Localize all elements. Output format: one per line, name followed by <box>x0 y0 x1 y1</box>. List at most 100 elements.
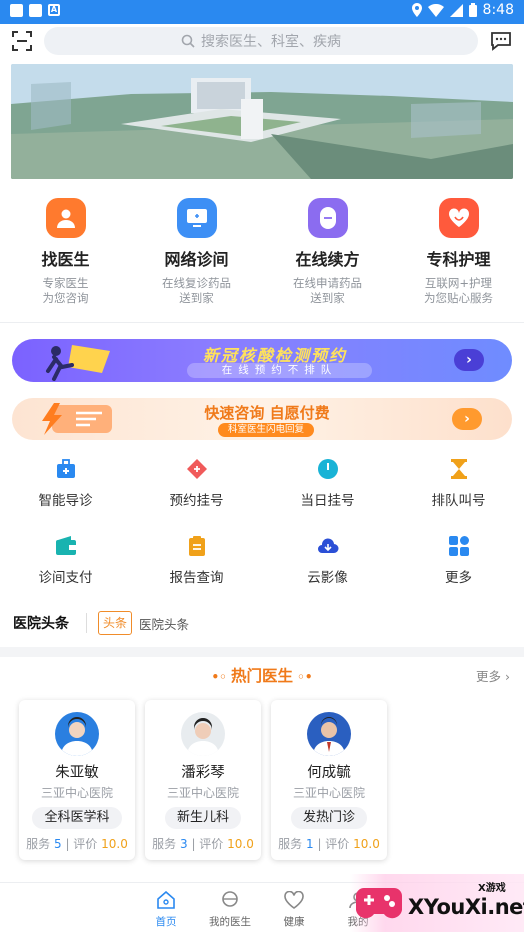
nav-my-doctor[interactable]: 我的医生 <box>200 891 260 929</box>
doctor-name: 朱亚敏 <box>55 765 99 781</box>
search-input[interactable]: 搜索医生、科室、疾病 <box>44 27 478 55</box>
decoration-icon: •◦ <box>211 670 231 684</box>
grid-label: 报告查询 <box>169 570 224 586</box>
status-bar: A 8:48 <box>0 0 524 24</box>
grid-label: 更多 <box>445 570 472 586</box>
grid-label: 云影像 <box>307 570 348 586</box>
lightning-icon <box>42 403 112 435</box>
feature-title: 专科护理 <box>426 250 491 269</box>
notification-icons: A <box>10 4 60 17</box>
feature-subtitle: 互联网+护理 为您贴心服务 <box>424 276 493 305</box>
arrow-right-icon[interactable]: › <box>454 349 484 371</box>
quick-service-grid: 智能导诊 预约挂号 当日挂号 排队叫号 诊间支付 报告查询 云影像 更多 <box>0 452 524 606</box>
promo-title: 快速咨询 自愿付费 <box>204 404 330 422</box>
doctor-stats: 服务 5 | 评价 10.0 <box>26 837 128 851</box>
grid-label: 智能导诊 <box>38 493 93 509</box>
doctor-card[interactable]: 潘彩琴 三亚中心医院 新生儿科 服务 3 | 评价 10.0 <box>145 700 261 860</box>
grid-label: 排队叫号 <box>431 493 486 509</box>
notification-icon <box>29 4 42 17</box>
feature-subtitle: 在线申请药品 送到家 <box>293 276 362 305</box>
medkit-icon <box>56 459 75 478</box>
signal-icon <box>449 3 463 17</box>
feature-subtitle: 专家医生 为您咨询 <box>42 276 89 305</box>
nav-home[interactable]: 首页 <box>136 890 196 929</box>
nav-health[interactable]: 健康 <box>264 890 324 929</box>
doctor-stats: 服务 1 | 评价 10.0 <box>278 837 380 851</box>
divider <box>86 613 87 633</box>
headline-logo: 医院头条 <box>13 616 69 632</box>
wallet-icon <box>55 536 76 555</box>
clipboard-icon <box>188 536 205 556</box>
running-person-icon <box>46 345 110 381</box>
search-icon <box>181 34 195 48</box>
feature-row: 找医生 专家医生 为您咨询 网络诊间 在线复诊药品 送到家 在线续方 在线申请药品送… <box>0 198 524 308</box>
grid-item-payment[interactable]: 诊间支付 <box>0 529 131 606</box>
grid-label: 当日挂号 <box>300 493 355 509</box>
doctor-stats: 服务 3 | 评价 10.0 <box>152 837 254 851</box>
notification-icon: A <box>48 4 60 16</box>
hospital-banner[interactable] <box>11 64 513 179</box>
scan-icon[interactable] <box>12 31 32 51</box>
watermark-brand: XYouXi.net <box>408 895 524 919</box>
nav-label: 我的医生 <box>209 916 251 928</box>
watermark: X游戏 XYouXi.net <box>350 874 524 932</box>
status-time: 8:48 <box>482 2 514 18</box>
grid-icon <box>448 536 469 556</box>
quick-consult-banner[interactable]: 快速咨询 自愿付费 科室医生闪电回复 › <box>12 398 512 440</box>
watermark-top-text: X游戏 <box>478 883 506 894</box>
hospital-photo <box>11 64 513 179</box>
battery-icon <box>468 3 477 17</box>
grid-label: 诊间支付 <box>38 570 93 586</box>
doctor-hospital: 三亚中心医院 <box>166 786 239 800</box>
doctor-name: 潘彩琴 <box>181 765 225 781</box>
doctor-hospital: 三亚中心医院 <box>292 786 365 800</box>
feature-online-refill[interactable]: 在线续方 在线申请药品 送到家 <box>262 198 393 308</box>
doctor-hospital: 三亚中心医院 <box>40 786 113 800</box>
hospital-headline[interactable]: 医院头条 头条 医院头条 <box>0 605 524 641</box>
wifi-icon <box>427 3 444 17</box>
divider <box>0 322 524 323</box>
grid-item-appointment[interactable]: 预约挂号 <box>131 452 262 529</box>
arrow-right-icon[interactable]: › <box>452 408 482 430</box>
more-link[interactable]: 更多 › <box>476 666 510 685</box>
nucleic-test-banner[interactable]: 新冠核酸检测预约 在线预约不排队 › <box>12 339 512 382</box>
message-icon[interactable] <box>490 31 512 51</box>
monitor-icon <box>176 198 217 238</box>
heart-icon <box>438 198 479 238</box>
headline-tag: 头条 <box>98 611 133 635</box>
diamond-icon <box>186 459 207 479</box>
pill-icon <box>307 198 348 238</box>
avatar <box>307 712 351 756</box>
grid-label: 预约挂号 <box>169 493 224 509</box>
location-icon <box>411 3 422 17</box>
feature-online-clinic[interactable]: 网络诊间 在线复诊药品 送到家 <box>131 198 262 308</box>
doctor-card[interactable]: 朱亚敏 三亚中心医院 全科医学科 服务 5 | 评价 10.0 <box>19 700 135 860</box>
promo-subtitle: 科室医生闪电回复 <box>218 423 314 437</box>
feature-title: 在线续方 <box>295 250 360 269</box>
grid-item-more[interactable]: 更多 <box>393 529 524 606</box>
notification-icon <box>10 4 23 17</box>
grid-item-smart-guide[interactable]: 智能导诊 <box>0 452 131 529</box>
nav-label: 首页 <box>155 916 177 928</box>
feature-title: 找医生 <box>41 250 90 269</box>
promo-subtitle: 在线预约不排队 <box>187 363 372 378</box>
grid-item-cloud-imaging[interactable]: 云影像 <box>262 529 393 606</box>
decoration-icon: ◦• <box>293 670 313 684</box>
home-icon <box>157 890 175 909</box>
clock-icon <box>317 459 338 479</box>
search-placeholder: 搜索医生、科室、疾病 <box>201 34 341 50</box>
grid-item-report[interactable]: 报告查询 <box>131 529 262 606</box>
section-gap <box>0 647 524 657</box>
feature-subtitle: 在线复诊药品 送到家 <box>162 276 231 305</box>
avatar <box>55 712 99 756</box>
doctor-department: 新生儿科 <box>164 807 241 829</box>
grid-item-queue[interactable]: 排队叫号 <box>393 452 524 529</box>
headline-text[interactable]: 医院头条 <box>139 614 189 633</box>
feature-find-doctor[interactable]: 找医生 专家医生 为您咨询 <box>0 198 131 308</box>
doctor-card[interactable]: 何成毓 三亚中心医院 发热门诊 服务 1 | 评价 10.0 <box>271 700 387 860</box>
feature-special-care[interactable]: 专科护理 互联网+护理 为您贴心服务 <box>393 198 524 308</box>
doctor-department: 全科医学科 <box>32 807 122 829</box>
grid-item-same-day[interactable]: 当日挂号 <box>262 452 393 529</box>
nav-label: 健康 <box>283 916 305 928</box>
cloud-icon <box>317 538 338 553</box>
